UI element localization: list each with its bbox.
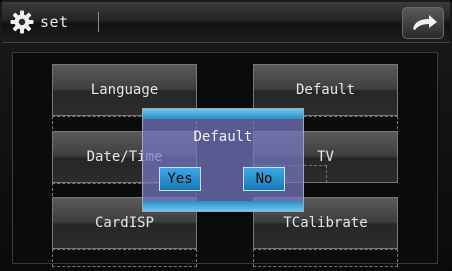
gear-icon	[10, 10, 34, 34]
dialog-top-bar	[143, 109, 303, 119]
dialog-title: Default	[193, 129, 253, 145]
page-title: set	[40, 13, 69, 31]
default-confirm-dialog: Default Yes No	[142, 108, 304, 212]
back-button[interactable]	[402, 7, 444, 39]
cardisp-value-box	[52, 249, 197, 267]
back-arrow-icon	[413, 15, 437, 30]
settings-screen: set Language Default Date/Time TV CardIS…	[0, 0, 452, 271]
yes-button[interactable]: Yes	[159, 167, 201, 191]
title-divider	[98, 12, 99, 32]
no-button[interactable]: No	[243, 167, 285, 191]
dialog-bottom-bar	[143, 201, 303, 211]
title-bar: set	[2, 2, 450, 43]
tcalibrate-value-box	[253, 249, 398, 267]
